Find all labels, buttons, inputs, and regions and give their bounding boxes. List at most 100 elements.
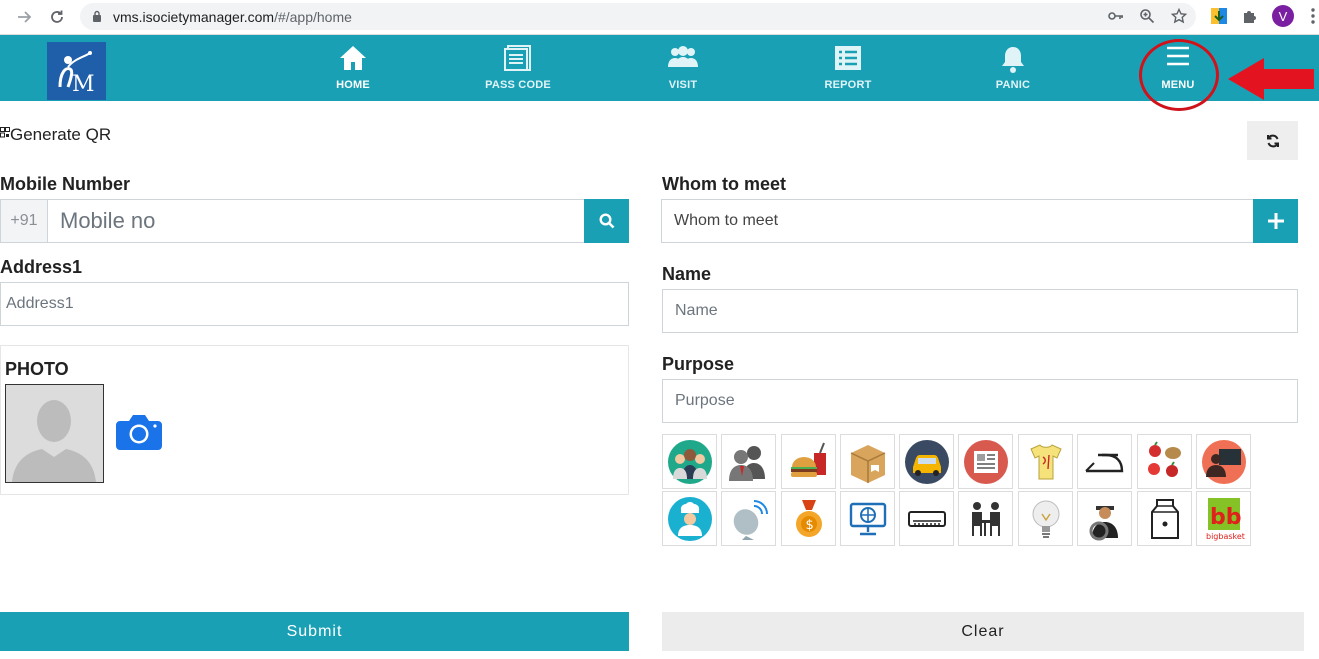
reload-icon[interactable] xyxy=(46,6,68,28)
camera-button[interactable] xyxy=(116,414,162,455)
svg-text:bb: bb xyxy=(1210,505,1242,530)
lock-icon xyxy=(93,10,101,22)
bigbasket-icon: bb bigbasket xyxy=(1206,497,1245,541)
purpose-dish-service[interactable] xyxy=(721,491,776,546)
refresh-button[interactable] xyxy=(1247,121,1298,160)
passcode-icon xyxy=(504,45,531,71)
name-label: Name xyxy=(662,264,712,284)
generate-qr-text: Generate QR xyxy=(10,125,112,144)
purpose-food-delivery[interactable] xyxy=(781,434,836,489)
family-visit-icon xyxy=(667,439,712,484)
qr-icon xyxy=(0,127,10,138)
ism-logo[interactable]: M xyxy=(47,42,106,100)
profile-avatar[interactable]: V xyxy=(1272,5,1294,27)
purpose-internet[interactable] xyxy=(840,491,895,546)
meeting-icon xyxy=(728,445,765,481)
dish-service-icon xyxy=(733,499,768,540)
home-icon xyxy=(340,46,366,70)
svg-text:$: $ xyxy=(805,518,813,533)
photo-placeholder xyxy=(5,384,104,483)
visit-icon xyxy=(668,46,698,67)
person-silhouette-icon xyxy=(6,385,103,482)
address-bar[interactable]: vms.isocietymanager.com/#/app/home xyxy=(80,3,1196,30)
purpose-guest[interactable] xyxy=(958,491,1013,546)
purpose-ac-service[interactable] xyxy=(899,491,954,546)
electrician-icon xyxy=(1032,500,1059,538)
photo-label: PHOTO xyxy=(5,359,69,379)
app-header: M HOME PASS CODE VISIT REPORT PANIC MENU xyxy=(0,35,1319,101)
purpose-donation[interactable]: $ xyxy=(781,491,836,546)
annotation-circle xyxy=(1139,39,1219,111)
forward-icon[interactable] xyxy=(13,6,35,28)
name-input[interactable]: Name xyxy=(662,289,1298,333)
courier-icon xyxy=(850,444,885,483)
camera-icon xyxy=(116,415,162,450)
generate-qr-link[interactable]: Generate QR xyxy=(0,125,111,145)
nav-visit-label: VISIT xyxy=(668,79,698,91)
ac-service-icon xyxy=(907,510,946,527)
milk-icon xyxy=(1150,498,1179,539)
laundry-icon xyxy=(1029,443,1062,479)
address1-label: Address1 xyxy=(0,257,83,277)
purpose-taxi[interactable] xyxy=(899,434,954,489)
mobile-number-label: Mobile Number xyxy=(0,174,131,194)
submit-button[interactable]: Submit xyxy=(0,612,629,651)
bookmark-star-icon[interactable] xyxy=(1169,6,1189,26)
nav-home-label: HOME xyxy=(336,79,370,91)
extensions-puzzle-icon[interactable] xyxy=(1240,6,1260,26)
annotation-arrow-icon xyxy=(1228,58,1314,100)
nav-visit[interactable]: VISIT xyxy=(628,35,738,101)
nav-home[interactable]: HOME xyxy=(298,35,408,101)
download-extension-icon[interactable] xyxy=(1209,6,1229,26)
purpose-family-visit[interactable] xyxy=(662,434,717,489)
nav-report[interactable]: REPORT xyxy=(793,35,903,101)
plus-icon xyxy=(1267,213,1284,229)
cook-icon xyxy=(667,496,712,541)
search-icon xyxy=(598,213,614,229)
zoom-icon[interactable] xyxy=(1137,6,1157,26)
svg-text:M: M xyxy=(72,72,95,95)
newspaper-icon xyxy=(963,439,1008,484)
donation-icon: $ xyxy=(795,499,822,537)
report-icon xyxy=(835,46,861,70)
purpose-driver[interactable] xyxy=(1077,491,1132,546)
mobile-input[interactable]: Mobile no xyxy=(47,199,585,243)
purpose-vegetables[interactable] xyxy=(1137,434,1192,489)
address1-input[interactable]: Address1 xyxy=(0,282,629,326)
taxi-icon xyxy=(904,439,949,484)
mobile-search-button[interactable] xyxy=(584,199,629,243)
tutor-icon xyxy=(1201,439,1246,484)
purpose-milk[interactable] xyxy=(1137,491,1192,546)
svg-text:bigbasket: bigbasket xyxy=(1206,532,1245,541)
purpose-electrician[interactable] xyxy=(1018,491,1073,546)
purpose-cook[interactable] xyxy=(662,491,717,546)
url-text: vms.isocietymanager.com/#/app/home xyxy=(113,9,352,25)
whom-to-meet-input[interactable]: Whom to meet xyxy=(661,199,1254,243)
nav-panic[interactable]: PANIC xyxy=(958,35,1068,101)
country-code: +91 xyxy=(0,199,48,243)
nav-pass-code[interactable]: PASS CODE xyxy=(463,35,573,101)
purpose-laundry[interactable] xyxy=(1018,434,1073,489)
refresh-icon xyxy=(1266,134,1279,147)
nav-pass-code-label: PASS CODE xyxy=(485,79,551,91)
purpose-tutor[interactable] xyxy=(1196,434,1251,489)
browser-toolbar: vms.isocietymanager.com/#/app/home V xyxy=(0,0,1319,35)
purpose-meeting[interactable] xyxy=(721,434,776,489)
whom-to-meet-label: Whom to meet xyxy=(662,174,786,194)
guest-icon xyxy=(971,501,1000,536)
key-icon[interactable] xyxy=(1106,6,1126,26)
more-options-icon[interactable] xyxy=(1303,6,1319,26)
purpose-courier[interactable] xyxy=(840,434,895,489)
bell-icon xyxy=(1002,47,1024,73)
purpose-bigbasket[interactable]: bb bigbasket xyxy=(1196,491,1251,546)
add-whom-button[interactable] xyxy=(1253,199,1298,243)
purpose-newspaper[interactable] xyxy=(958,434,1013,489)
driver-icon xyxy=(1089,505,1118,540)
nav-panic-label: PANIC xyxy=(995,79,1031,91)
nav-report-label: REPORT xyxy=(824,79,872,91)
purpose-input[interactable]: Purpose xyxy=(662,379,1298,423)
purpose-iron[interactable] xyxy=(1077,434,1132,489)
purpose-label: Purpose xyxy=(662,354,735,374)
internet-icon xyxy=(849,502,886,535)
clear-button[interactable]: Clear xyxy=(662,612,1304,651)
